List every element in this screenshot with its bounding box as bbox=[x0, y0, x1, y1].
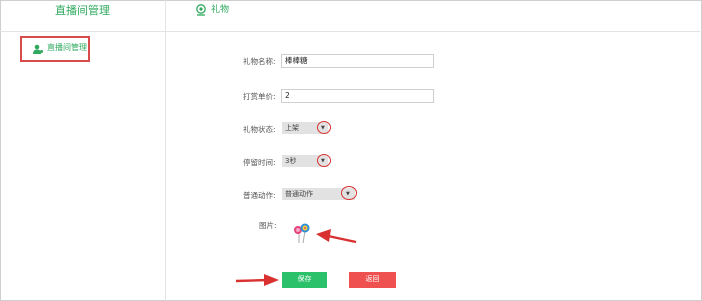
back-button[interactable]: 返回 bbox=[349, 272, 396, 288]
tab-gift-label: 礼物 bbox=[211, 5, 230, 15]
gift-status-label: 礼物状态: bbox=[243, 125, 276, 134]
user-icon bbox=[33, 44, 43, 54]
gift-name-label: 礼物名称: bbox=[243, 57, 276, 66]
sidebar-item-live-room-management[interactable]: 直播间管理 bbox=[20, 36, 90, 62]
sidebar-title: 直播间管理 bbox=[55, 4, 110, 17]
annotation-circle bbox=[317, 154, 331, 167]
sidebar-item-label: 直播间管理 bbox=[47, 43, 87, 52]
reward-price-input[interactable]: 2 bbox=[281, 89, 434, 103]
stay-duration-value: 3秒 bbox=[285, 157, 297, 165]
image-label: 图片: bbox=[259, 221, 277, 230]
annotation-circle bbox=[317, 121, 331, 134]
header-divider bbox=[165, 31, 700, 32]
gift-status-value: 上架 bbox=[285, 124, 299, 132]
gift-icon bbox=[196, 4, 206, 16]
normal-action-value: 普通动作 bbox=[285, 190, 313, 198]
lollipop-image[interactable] bbox=[288, 222, 314, 244]
stay-duration-label: 停留时间: bbox=[243, 158, 276, 167]
gift-name-input[interactable]: 棒棒糖 bbox=[281, 54, 434, 68]
save-button[interactable]: 保存 bbox=[282, 272, 327, 288]
normal-action-label: 普通动作: bbox=[243, 191, 276, 200]
reward-price-label: 打赏单价: bbox=[243, 92, 276, 101]
sidebar: 直播间管理 直播间管理 bbox=[0, 0, 166, 301]
annotation-circle bbox=[341, 186, 357, 200]
sidebar-divider bbox=[0, 31, 165, 32]
